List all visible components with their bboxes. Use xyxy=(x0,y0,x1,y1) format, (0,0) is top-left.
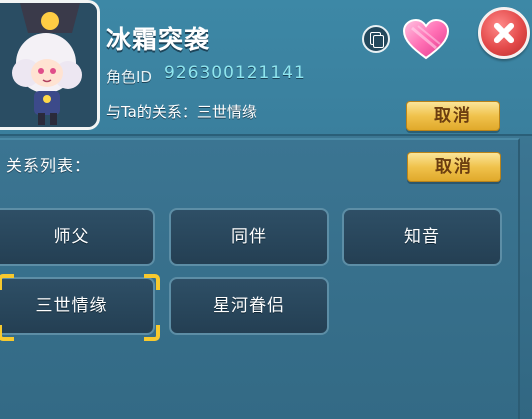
selection-corner xyxy=(144,325,160,341)
relation-list-title: 关系列表： xyxy=(6,156,92,175)
close-icon[interactable] xyxy=(478,7,530,59)
relation-option-shifu[interactable]: 师父 xyxy=(0,208,155,266)
selection-corner xyxy=(0,274,14,290)
avatar[interactable] xyxy=(0,0,100,130)
relation-list-cancel-button[interactable]: 取消 xyxy=(407,152,501,182)
selection-corner xyxy=(0,325,14,341)
relation-option-xinghejuanlv[interactable]: 星河眷侣 xyxy=(169,277,329,335)
relation-option-tongban[interactable]: 同伴 xyxy=(169,208,329,266)
role-id-value: 926300121141 xyxy=(164,63,306,83)
current-relation: 与Ta的关系：三世情缘 xyxy=(106,103,257,121)
cancel-relation-button[interactable]: 取消 xyxy=(406,101,500,131)
relation-option-sanshengqingyuan[interactable]: 三世情缘 xyxy=(0,277,155,335)
heart-icon[interactable] xyxy=(402,18,450,60)
selection-corner xyxy=(144,274,160,290)
avatar-portrait xyxy=(0,3,97,127)
player-name: 冰霜突袭 xyxy=(106,25,211,54)
copy-icon[interactable] xyxy=(362,25,390,53)
relation-option-zhiyin[interactable]: 知音 xyxy=(342,208,502,266)
role-id-label: 角色ID xyxy=(106,68,152,86)
